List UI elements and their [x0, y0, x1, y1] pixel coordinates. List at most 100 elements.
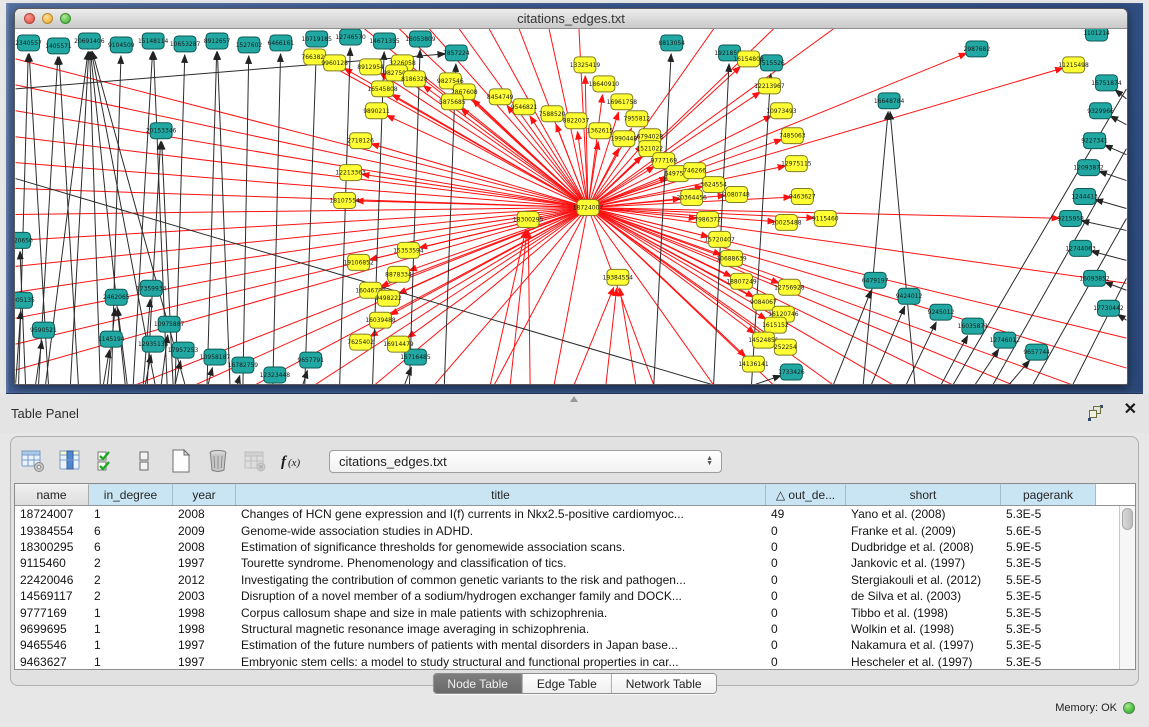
row-selection-icon[interactable] — [93, 446, 121, 476]
table-row[interactable]: 1938455462009Genome-wide association stu… — [15, 522, 1119, 538]
graph-node[interactable]: 9424012 — [896, 288, 923, 304]
graph-node[interactable]: 16914479 — [383, 336, 414, 352]
graph-node[interactable]: 9463627 — [789, 189, 816, 205]
graph-node[interactable]: 16648784 — [874, 93, 905, 109]
vertical-scrollbar[interactable] — [1119, 506, 1135, 669]
graph-node[interactable]: 12213967 — [754, 78, 785, 94]
graph-node[interactable]: 7625402 — [347, 334, 374, 350]
float-panel-icon[interactable] — [1089, 406, 1103, 420]
network-window[interactable]: citations_edges.txt 18724007183002951938… — [14, 8, 1128, 385]
graph-node[interactable]: 9115460 — [812, 210, 839, 226]
graph-node[interactable]: 7485063 — [779, 128, 806, 144]
import-table-disabled-icon[interactable] — [241, 446, 269, 476]
graph-node[interactable]: 9227341 — [1081, 133, 1108, 149]
splitter-grip-icon[interactable] — [570, 396, 578, 402]
function-builder-icon[interactable]: f(x) — [278, 446, 306, 476]
column-header-short[interactable]: short — [846, 484, 1001, 505]
graph-node[interactable]: 2520650 — [15, 232, 33, 248]
graph-node[interactable]: 10958187 — [200, 349, 231, 365]
graph-node[interactable]: 1080748 — [723, 187, 750, 203]
graph-node[interactable]: 1101214 — [1083, 29, 1110, 41]
tab-edge-table[interactable]: Edge Table — [523, 674, 612, 693]
graph-node[interactable]: 10975887 — [154, 316, 185, 332]
table-row[interactable]: 1872400712008Changes of HCN gene express… — [15, 506, 1119, 522]
graph-node[interactable]: 9104509 — [108, 37, 135, 53]
graph-node[interactable]: 9329966 — [1087, 103, 1114, 119]
table-selector-dropdown[interactable]: citations_edges.txt ▲▼ — [329, 450, 722, 473]
graph-node[interactable]: 5875685 — [439, 94, 466, 110]
graph-node[interactable]: 15148114 — [138, 33, 169, 49]
graph-node[interactable]: 1244413 — [1071, 189, 1098, 205]
graph-node[interactable]: 8822037 — [563, 113, 590, 129]
graph-node[interactable]: 7955812 — [624, 111, 651, 127]
graph-node[interactable]: 1527602 — [236, 37, 263, 53]
graph-node[interactable]: 8813054 — [658, 35, 685, 51]
graph-node[interactable]: 3624554 — [700, 177, 727, 193]
graph-node[interactable]: 8186328 — [401, 71, 428, 87]
table-row[interactable]: 977716911998Corpus callosum shape and si… — [15, 604, 1119, 620]
graph-node[interactable]: 8878334 — [385, 266, 412, 282]
table-row[interactable]: 1456911722003Disruption of a novel membe… — [15, 588, 1119, 604]
column-header-title[interactable]: title — [236, 484, 766, 505]
graph-node[interactable]: 2340557 — [15, 35, 42, 51]
graph-node[interactable]: 10973493 — [766, 103, 797, 119]
graph-node[interactable]: 18300295 — [513, 211, 544, 227]
graph-node[interactable]: 746266 — [683, 163, 706, 179]
graph-node[interactable]: 9546821 — [511, 99, 538, 115]
network-canvas[interactable]: 1872400718300295193845542340557140557120… — [15, 29, 1127, 384]
graph-node[interactable]: 16093852 — [1079, 270, 1110, 286]
graph-node[interactable]: 2718126 — [347, 133, 374, 149]
graph-node[interactable]: 12744063 — [1065, 240, 1096, 256]
graph-node[interactable]: 11215498 — [1058, 57, 1089, 73]
network-window-titlebar[interactable]: citations_edges.txt — [15, 9, 1127, 29]
graph-node[interactable]: 5905135 — [15, 292, 35, 308]
graph-node[interactable]: 14671355 — [369, 33, 400, 49]
graph-node[interactable]: 16782759 — [228, 357, 259, 373]
column-header-name[interactable]: name — [15, 484, 89, 505]
new-table-icon[interactable] — [167, 446, 195, 476]
graph-node[interactable]: 7986372 — [694, 211, 721, 227]
graph-node[interactable]: 9590521 — [30, 322, 57, 338]
graph-node[interactable]: 1733426 — [778, 364, 805, 380]
close-panel-icon[interactable]: ✕ — [1124, 402, 1137, 418]
graph-node[interactable]: 7857224 — [443, 45, 470, 61]
graph-node[interactable]: 10025488 — [771, 214, 802, 230]
graph-node[interactable]: 12756928 — [774, 279, 805, 295]
graph-node[interactable]: 2987682 — [964, 41, 991, 57]
graph-node[interactable]: 7588520 — [539, 106, 566, 122]
column-chooser-icon[interactable] — [56, 446, 84, 476]
graph-node[interactable]: 12323448 — [260, 367, 291, 383]
graph-node[interactable]: 18724007 — [573, 200, 604, 216]
graph-node[interactable]: 9960128 — [321, 55, 348, 71]
table-row[interactable]: 1830029562008Estimation of significance … — [15, 539, 1119, 555]
table-row[interactable]: 946554611997Estimation of the future num… — [15, 637, 1119, 653]
graph-node[interactable]: 14136141 — [738, 356, 769, 372]
column-header-year[interactable]: year — [173, 484, 236, 505]
graph-node[interactable]: 9498222 — [375, 290, 402, 306]
graph-node[interactable]: 15720407 — [704, 231, 735, 247]
graph-node[interactable]: 9657791 — [297, 352, 324, 368]
graph-node[interactable]: 8912657 — [204, 33, 231, 49]
graph-node[interactable]: 16545808 — [367, 81, 398, 97]
graph-node[interactable]: 19106852 — [343, 254, 374, 270]
column-header-pagerank[interactable]: pagerank — [1001, 484, 1096, 505]
graph-node[interactable]: 1362615 — [587, 123, 614, 139]
graph-node[interactable]: 9657744 — [1023, 344, 1050, 360]
column-header-out_de[interactable]: △ out_de... — [766, 484, 846, 505]
graph-node[interactable]: 13325419 — [570, 57, 601, 73]
graph-node[interactable]: 8912954 — [357, 59, 384, 75]
graph-node[interactable]: 1405571 — [45, 38, 72, 54]
table-row[interactable]: 969969511998Structural magnetic resonanc… — [15, 621, 1119, 637]
graph-node[interactable]: 16039488 — [365, 312, 396, 328]
graph-node[interactable]: 17730442 — [1093, 300, 1124, 316]
graph-node[interactable]: 17359934 — [136, 280, 167, 296]
graph-node[interactable]: 12746570 — [335, 29, 366, 45]
graph-node[interactable]: 18107554 — [329, 193, 360, 209]
graph-node[interactable]: 12935135 — [138, 336, 169, 352]
table-row[interactable]: 946362711997Embryonic stem cells: a mode… — [15, 654, 1119, 669]
zoom-window-icon[interactable] — [60, 13, 71, 24]
graph-node[interactable]: 17957253 — [168, 342, 199, 358]
graph-node[interactable]: 1615152 — [762, 317, 789, 333]
graph-node[interactable]: 16154808 — [733, 51, 764, 67]
table-row[interactable]: 2242004622012Investigating the contribut… — [15, 572, 1119, 588]
